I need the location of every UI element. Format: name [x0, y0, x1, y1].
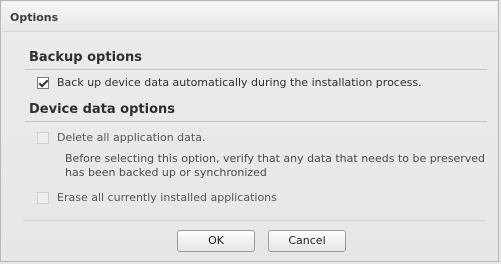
- delete-all-application-data-label: Delete all application data.: [57, 131, 206, 144]
- device-data-options-divider: [25, 121, 487, 122]
- dialog-titlebar: Options: [2, 2, 497, 32]
- delete-all-warning-note: Before selecting this option, verify tha…: [65, 152, 486, 179]
- footer-divider: [23, 220, 485, 221]
- erase-installed-applications-label: Erase all currently installed applicatio…: [57, 191, 277, 204]
- delete-all-application-data-option[interactable]: Delete all application data.: [37, 131, 205, 145]
- cancel-button[interactable]: Cancel: [268, 230, 346, 252]
- backup-options-title: Backup options: [29, 50, 142, 65]
- erase-installed-applications-checkbox[interactable]: [37, 192, 49, 204]
- options-dialog: Options Backup options Back up device da…: [0, 0, 499, 262]
- backup-options-divider: [25, 69, 487, 70]
- ok-button[interactable]: OK: [177, 230, 255, 252]
- erase-installed-applications-option[interactable]: Erase all currently installed applicatio…: [37, 191, 277, 205]
- backup-device-data-label: Back up device data automatically during…: [57, 76, 422, 89]
- delete-all-application-data-checkbox[interactable]: [37, 132, 49, 144]
- backup-device-data-checkbox[interactable]: [37, 77, 49, 89]
- dialog-title: Options: [10, 11, 59, 24]
- backup-device-data-option[interactable]: Back up device data automatically during…: [37, 76, 422, 90]
- device-data-options-title: Device data options: [29, 102, 176, 117]
